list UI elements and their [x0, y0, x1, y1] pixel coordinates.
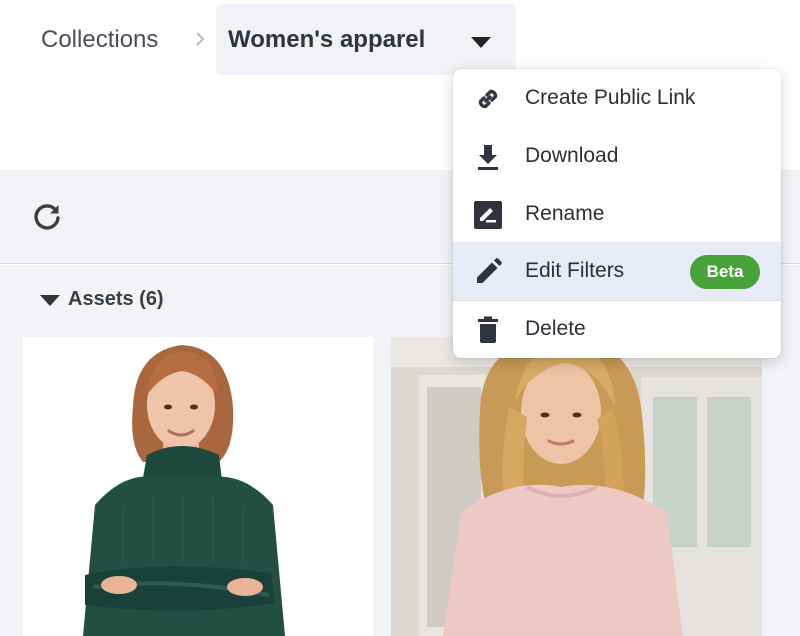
menu-item-label: Delete [525, 317, 586, 340]
link-icon [478, 89, 498, 109]
collection-selector[interactable]: Women's apparel [216, 4, 516, 75]
collection-actions-menu: Create Public Link Download Rename Edit … [453, 69, 781, 358]
asset-thumbnail [23, 337, 373, 636]
menu-item-rename[interactable]: Rename [453, 185, 781, 243]
menu-item-create-public-link[interactable]: Create Public Link [453, 69, 781, 127]
menu-item-label: Download [525, 144, 619, 167]
refresh-icon[interactable] [30, 201, 64, 235]
asset-thumbnail [391, 337, 762, 636]
asset-card[interactable] [23, 337, 373, 636]
breadcrumb-collections-link[interactable]: Collections [41, 26, 158, 54]
trash-icon [478, 316, 498, 343]
beta-badge: Beta [690, 255, 760, 289]
menu-item-download[interactable]: Download [453, 127, 781, 185]
download-icon [478, 145, 498, 170]
collection-title: Women's apparel [228, 26, 426, 53]
menu-item-edit-filters[interactable]: Edit Filters Beta [453, 242, 781, 300]
caret-down-icon [471, 37, 491, 48]
menu-item-delete[interactable]: Delete [453, 300, 781, 358]
asset-card[interactable] [391, 337, 762, 636]
chevron-right-icon [196, 32, 205, 46]
pencil-icon [477, 258, 502, 283]
assets-section-title: Assets (6) [68, 288, 164, 310]
caret-down-icon [40, 295, 60, 306]
menu-item-label: Create Public Link [525, 86, 696, 109]
rename-icon [474, 201, 502, 229]
menu-item-label: Edit Filters [525, 259, 625, 282]
menu-item-label: Rename [525, 202, 605, 225]
